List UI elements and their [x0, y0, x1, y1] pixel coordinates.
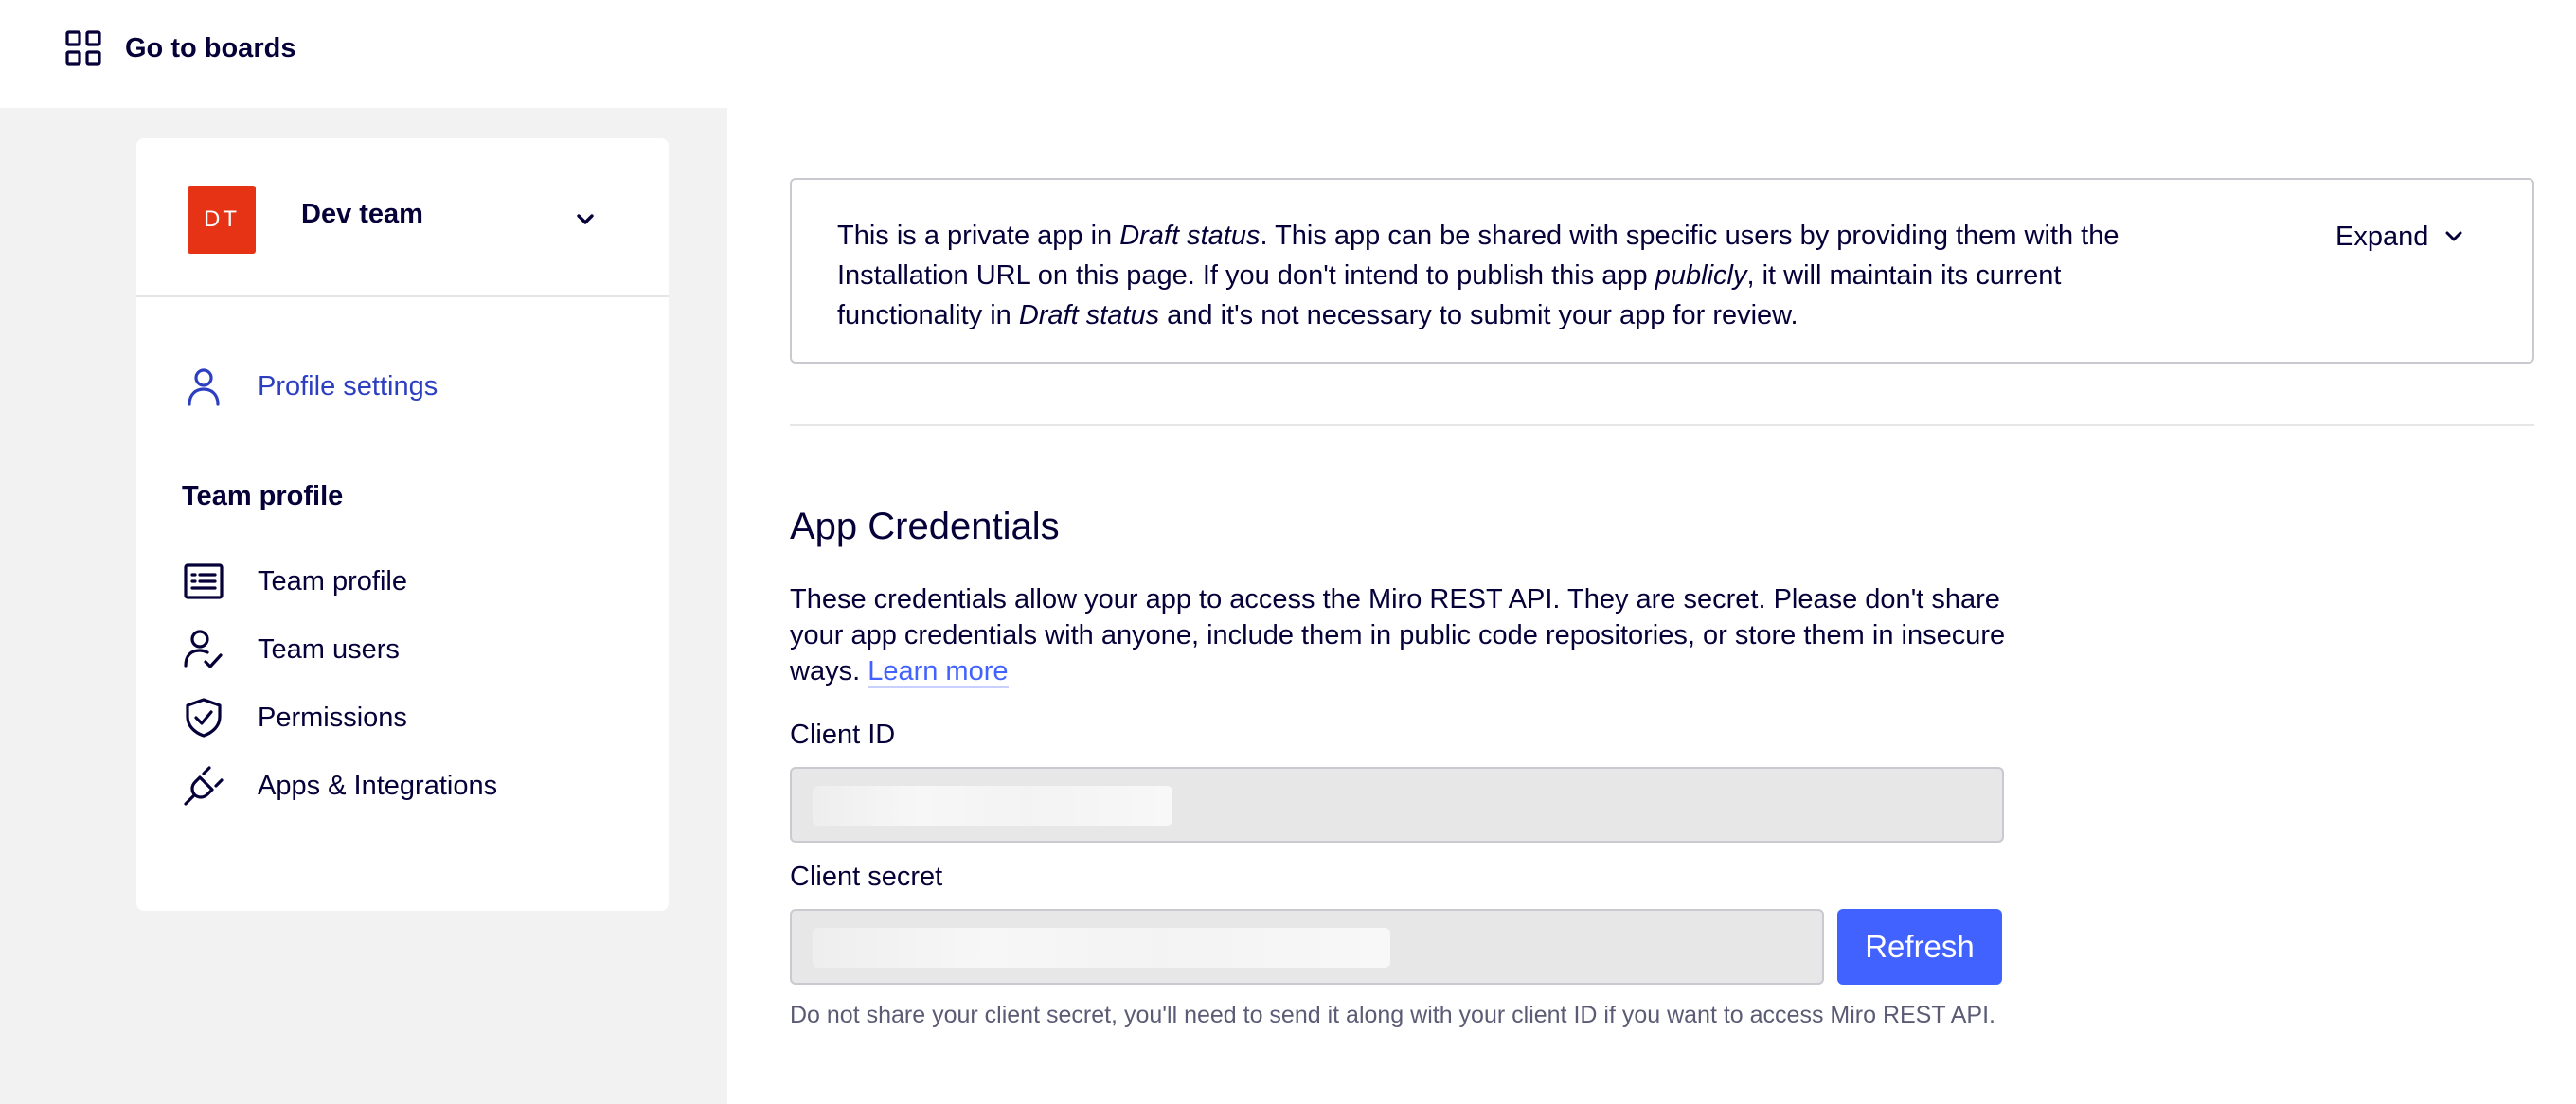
client-secret-label: Client secret — [790, 862, 943, 892]
sidebar-item-label: Profile settings — [258, 370, 438, 401]
client-secret-hint: Do not share your client secret, you'll … — [790, 1002, 1995, 1028]
top-bar: Go to boards — [0, 0, 2576, 108]
notice-emphasis: publicly — [1655, 260, 1747, 291]
user-icon — [188, 368, 220, 406]
refresh-button[interactable]: Refresh — [1837, 909, 2002, 985]
sidebar-item-profile-settings[interactable]: Profile settings — [182, 360, 438, 413]
go-to-boards-link[interactable]: Go to boards — [64, 27, 295, 70]
notice-text-segment: This is a private app in — [837, 221, 1120, 251]
sidebar-item-permissions[interactable]: Permissions — [182, 691, 407, 744]
chevron-down-icon — [2445, 231, 2462, 241]
client-id-field[interactable] — [790, 767, 2004, 843]
client-secret-field[interactable] — [790, 909, 1824, 985]
team-switcher[interactable]: DT Dev team — [136, 138, 669, 297]
sidebar-item-team-profile[interactable]: Team profile — [182, 555, 407, 608]
notice-emphasis: Draft status — [1018, 300, 1160, 330]
redacted-value — [813, 786, 1172, 826]
learn-more-link[interactable]: Learn more — [868, 656, 1009, 688]
sidebar-item-label: Team users — [258, 633, 400, 665]
plug-icon — [184, 766, 224, 806]
go-to-boards-label: Go to boards — [125, 32, 296, 63]
sidebar-item-apps-integrations[interactable]: Apps & Integrations — [182, 759, 497, 812]
app-credentials-title: App Credentials — [790, 506, 1060, 547]
team-avatar: DT — [188, 186, 256, 254]
sidebar-item-team-users[interactable]: Team users — [182, 623, 400, 676]
notice-text-segment: and it's not necessary to submit your ap… — [1159, 300, 1798, 330]
redacted-value — [813, 928, 1390, 968]
expand-label: Expand — [2335, 221, 2429, 252]
expand-button[interactable]: Expand — [2335, 218, 2466, 256]
grid-icon — [65, 30, 101, 66]
app-credentials-description: These credentials allow your app to acce… — [790, 581, 2021, 689]
draft-notice-banner: This is a private app in Draft status. T… — [790, 178, 2534, 364]
shield-check-icon — [186, 698, 222, 738]
chevron-down-icon — [577, 214, 594, 224]
section-divider — [790, 424, 2534, 426]
notice-emphasis: Draft status — [1119, 221, 1261, 251]
user-check-icon — [184, 630, 223, 668]
list-icon — [184, 563, 224, 599]
sidebar-item-label: Apps & Integrations — [258, 770, 498, 801]
sidebar-card: DT Dev team Profile settings Team profil… — [136, 138, 669, 911]
sidebar-item-label: Permissions — [258, 702, 407, 733]
client-id-label: Client ID — [790, 720, 896, 750]
sidebar-item-label: Team profile — [258, 565, 407, 597]
team-name: Dev team — [301, 199, 423, 229]
section-title-team-profile: Team profile — [182, 481, 344, 511]
draft-notice-text: This is a private app in Draft status. T… — [837, 216, 2163, 335]
